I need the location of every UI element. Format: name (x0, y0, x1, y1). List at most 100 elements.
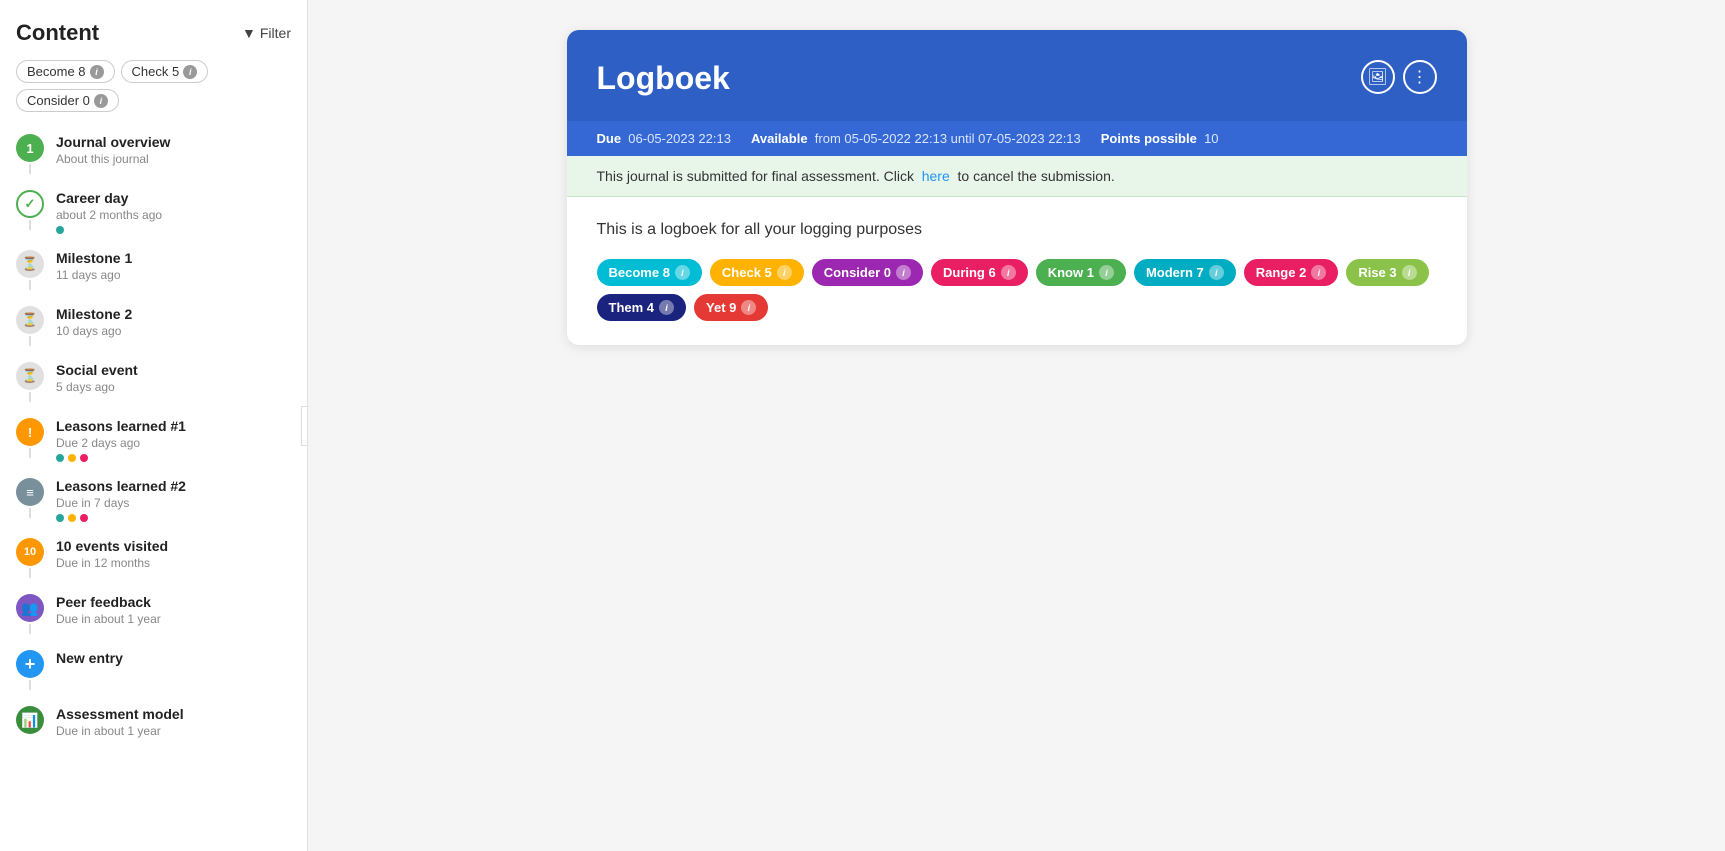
nav-item-milestone-1[interactable]: ⏳ Milestone 1 11 days ago (0, 242, 307, 298)
nav-icon: ⏳ (16, 306, 44, 334)
nav-item-lessons-1[interactable]: ! Leasons learned #1 Due 2 days ago (0, 410, 307, 470)
nav-item-milestone-2[interactable]: ⏳ Milestone 2 10 days ago (0, 298, 307, 354)
card-header-actions: 🖼 ⋮ (1361, 60, 1437, 94)
nav-icon: 1 (16, 134, 44, 162)
tag-info-icon: i (896, 265, 911, 280)
filter-tag-consider[interactable]: Consider 0i (16, 89, 119, 112)
nav-content: Peer feedback Due in about 1 year (56, 594, 291, 626)
nav-item-peer-feedback[interactable]: 👥 Peer feedback Due in about 1 year (0, 586, 307, 642)
nav-connector (29, 392, 31, 402)
dot (56, 514, 64, 522)
nav-item-career-day[interactable]: ✓ Career day about 2 months ago (0, 182, 307, 242)
filter-label: Filter (260, 25, 291, 41)
sidebar-header: Content ▼ Filter (0, 0, 307, 56)
card-body: This is a logboek for all your logging p… (567, 197, 1467, 345)
logboek-card: Logboek 🖼 ⋮ Due 06-05-2023 22:13 Availab… (567, 30, 1467, 345)
nav-item-title: Milestone 1 (56, 250, 291, 266)
dot (68, 454, 76, 462)
nav-icon: ! (16, 418, 44, 446)
tag-info-icon: i (1402, 265, 1417, 280)
card-title: Logboek (597, 60, 730, 97)
tags-row: Become 8iCheck 5iConsider 0iDuring 6iKno… (597, 259, 1437, 321)
tag-them[interactable]: Them 4i (597, 294, 687, 321)
nav-icon: ✓ (16, 190, 44, 218)
due-meta: Due 06-05-2023 22:13 (597, 131, 731, 146)
due-value: 06-05-2023 22:13 (628, 131, 731, 146)
tag-consider[interactable]: Consider 0i (812, 259, 923, 286)
tag-yet[interactable]: Yet 9 i (694, 294, 768, 321)
nav-icon-col: 📊 (16, 706, 44, 734)
filter-button[interactable]: ▼ Filter (242, 25, 291, 41)
nav-icon-col: 10 (16, 538, 44, 578)
tag-label: Range 2 (1256, 265, 1307, 280)
nav-icon: 10 (16, 538, 44, 566)
due-label: Due (597, 131, 622, 146)
nav-item-title: Assessment model (56, 706, 291, 722)
main-content: Logboek 🖼 ⋮ Due 06-05-2023 22:13 Availab… (308, 0, 1725, 851)
notice-link[interactable]: here (922, 168, 950, 184)
tag-range[interactable]: Range 2 i (1244, 259, 1339, 286)
tag-info-icon: i (1311, 265, 1326, 280)
filter-tags: Become 8 i Check 5iConsider 0i (0, 56, 307, 122)
tag-modern[interactable]: Modern 7i (1134, 259, 1236, 286)
dot (56, 226, 64, 234)
nav-item-social-event[interactable]: ⏳ Social event 5 days ago (0, 354, 307, 410)
nav-item-new-entry[interactable]: + New entry (0, 642, 307, 698)
nav-icon: ⏳ (16, 362, 44, 390)
nav-content: Career day about 2 months ago (56, 190, 291, 234)
nav-connector (29, 220, 31, 230)
tag-label: Them 4 (609, 300, 655, 315)
nav-connector (29, 568, 31, 578)
nav-item-title: Leasons learned #1 (56, 418, 291, 434)
nav-content: Milestone 2 10 days ago (56, 306, 291, 338)
nav-content: Milestone 1 11 days ago (56, 250, 291, 282)
available-meta: Available from 05-05-2022 22:13 until 07… (751, 131, 1081, 146)
tag-info-icon: i (1099, 265, 1114, 280)
nav-content: Social event 5 days ago (56, 362, 291, 394)
filter-tag-check[interactable]: Check 5i (121, 60, 209, 83)
tag-info-icon: i (741, 300, 756, 315)
filter-tag-label: Become 8 (27, 64, 86, 79)
card-header: Logboek 🖼 ⋮ (567, 30, 1467, 121)
card-meta: Due 06-05-2023 22:13 Available from 05-0… (567, 121, 1467, 156)
more-options-button[interactable]: ⋮ (1403, 60, 1437, 94)
nav-icon-col: ✓ (16, 190, 44, 230)
nav-item-sub: 10 days ago (56, 324, 291, 338)
tag-know[interactable]: Know 1 i (1036, 259, 1126, 286)
nav-content: New entry (56, 650, 291, 666)
nav-item-title: Journal overview (56, 134, 291, 150)
collapse-button[interactable]: ‹ (301, 406, 308, 446)
dot (56, 454, 64, 462)
dot (80, 514, 88, 522)
tag-info-icon: i (1209, 265, 1224, 280)
dot (80, 454, 88, 462)
filter-tag-label: Consider 0 (27, 93, 90, 108)
nav-connector (29, 336, 31, 346)
nav-icon-col: + (16, 650, 44, 690)
tag-rise[interactable]: Rise 3i (1346, 259, 1428, 286)
filter-tag-become[interactable]: Become 8 i (16, 60, 115, 83)
tag-label: Know 1 (1048, 265, 1094, 280)
nav-content: Journal overview About this journal (56, 134, 291, 166)
tag-during[interactable]: During 6i (931, 259, 1028, 286)
card-description: This is a logboek for all your logging p… (597, 221, 1437, 239)
nav-connector (29, 280, 31, 290)
nav-item-assessment-model[interactable]: 📊 Assessment model Due in about 1 year (0, 698, 307, 746)
nav-item-sub: about 2 months ago (56, 208, 291, 222)
filter-icon: ▼ (242, 25, 256, 41)
nav-connector (29, 448, 31, 458)
filter-tag-info: i (90, 65, 104, 79)
tag-become[interactable]: Become 8i (597, 259, 702, 286)
nav-item-events-visited[interactable]: 10 10 events visited Due in 12 months (0, 530, 307, 586)
tag-info-icon: i (777, 265, 792, 280)
nav-icon-col: ≡ (16, 478, 44, 518)
nav-item-journal-overview[interactable]: 1 Journal overview About this journal (0, 126, 307, 182)
tag-label: Check 5 (722, 265, 772, 280)
nav-item-lessons-2[interactable]: ≡ Leasons learned #2 Due in 7 days (0, 470, 307, 530)
nav-icon-col: 1 (16, 134, 44, 174)
tag-check[interactable]: Check 5 i (710, 259, 804, 286)
image-button[interactable]: 🖼 (1361, 60, 1395, 94)
sidebar-title: Content (16, 20, 99, 46)
nav-item-sub: Due in about 1 year (56, 724, 291, 738)
tag-label: Yet 9 (706, 300, 736, 315)
